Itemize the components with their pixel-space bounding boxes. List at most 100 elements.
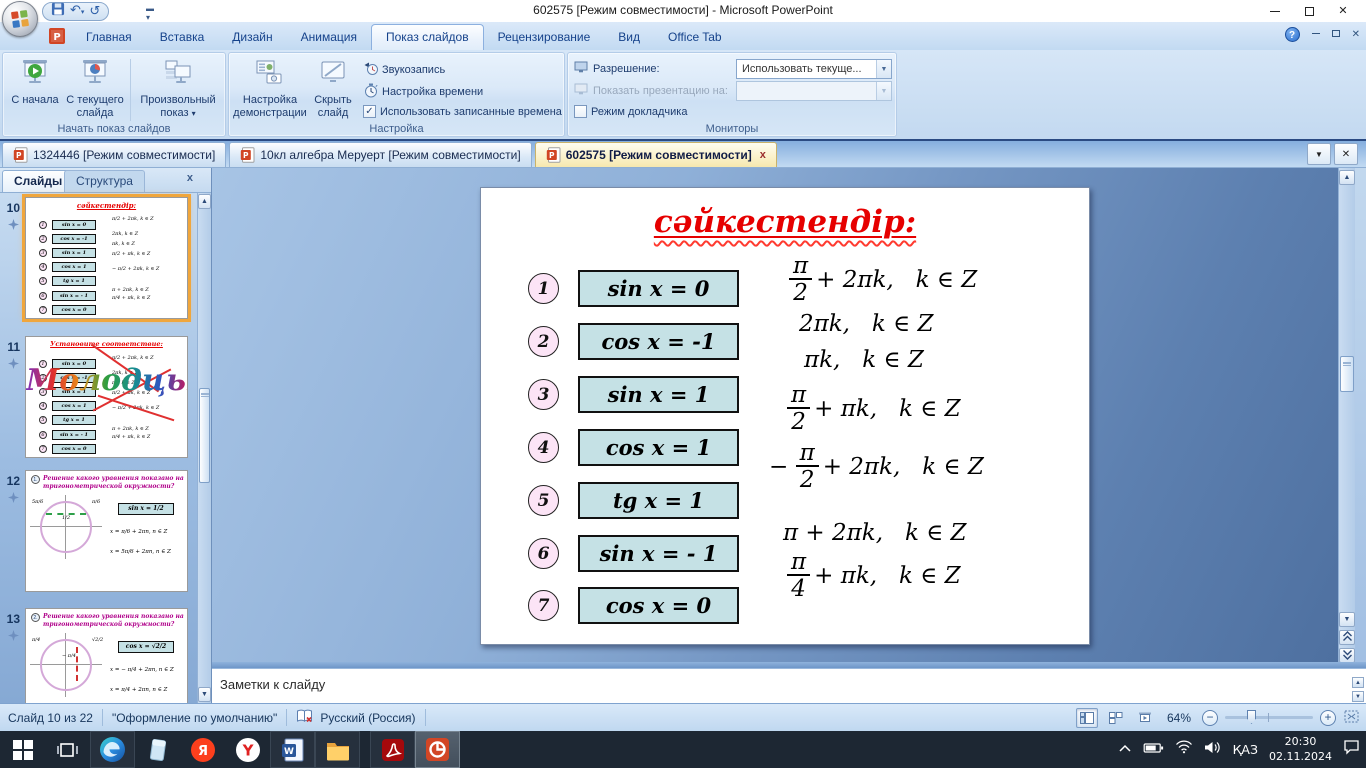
item-number-5[interactable]: 5 xyxy=(528,485,559,516)
minimize-button[interactable] xyxy=(1260,4,1290,19)
ribbon-restore-icon[interactable] xyxy=(1331,29,1340,41)
document-tab-1[interactable]: P 1324446 [Режим совместимости] xyxy=(2,142,227,167)
item-number-1[interactable]: 1 xyxy=(528,273,559,304)
slide-thumbnail-10[interactable]: сәйкестендір: 1 sin x = 0 2 cos x = -1 3 sin x… xyxy=(22,194,191,322)
wifi-icon[interactable] xyxy=(1175,740,1193,759)
spellcheck-icon[interactable] xyxy=(296,709,314,727)
editor-scrollbar[interactable]: ▲ ▼ xyxy=(1338,168,1355,668)
next-slide-icon[interactable] xyxy=(1339,648,1355,663)
file-explorer-taskbar-icon[interactable] xyxy=(315,731,360,768)
scroll-down-icon[interactable]: ▼ xyxy=(1352,691,1364,702)
scroll-down-icon[interactable]: ▼ xyxy=(198,687,211,702)
ribbon-tab-дизайн[interactable]: Дизайн xyxy=(218,25,286,50)
slides-panel-scrollbar[interactable]: ▲ ▼ xyxy=(197,193,211,703)
tab-bar-close-icon[interactable]: ✕ xyxy=(1334,143,1358,165)
scrollbar-thumb[interactable] xyxy=(199,388,210,483)
ribbon-tab-показ-слайдов[interactable]: Показ слайдов xyxy=(370,24,484,50)
glass-app-taskbar-icon[interactable] xyxy=(135,731,180,768)
panel-close-icon[interactable]: x xyxy=(187,172,193,184)
record-narration-button[interactable]: Звукозапись xyxy=(363,61,445,79)
item-number-2[interactable]: 2 xyxy=(528,326,559,357)
notes-input[interactable]: Заметки к слайду ▲ ▼ xyxy=(212,668,1366,703)
slideshow-view-button[interactable] xyxy=(1134,708,1156,728)
slide-sorter-view-button[interactable] xyxy=(1105,708,1127,728)
acrobat-taskbar-icon[interactable] xyxy=(370,731,415,768)
equation-box-1[interactable]: sin x = 0 xyxy=(578,270,739,307)
equation-box-7[interactable]: cos x = 0 xyxy=(578,587,739,624)
rehearse-timings-button[interactable]: Настройка времени xyxy=(363,83,483,101)
powerpoint-taskbar-icon[interactable] xyxy=(415,731,460,768)
tab-close-icon[interactable]: x xyxy=(760,149,766,161)
from-current-slide-button[interactable]: С текущего слайда xyxy=(63,57,127,119)
answer-formula-7[interactable]: π 4 + πk, k ∈ Z xyxy=(787,550,961,601)
volume-icon[interactable] xyxy=(1204,741,1222,759)
maximize-button[interactable] xyxy=(1294,4,1324,19)
zoom-slider-thumb[interactable] xyxy=(1247,710,1256,724)
task-view-taskbar-icon[interactable] xyxy=(45,731,90,768)
keyboard-language[interactable]: ҚАЗ xyxy=(1233,742,1258,757)
previous-slide-icon[interactable] xyxy=(1339,630,1355,645)
hide-slide-button[interactable]: Скрыть слайд xyxy=(309,57,357,119)
slide-thumbnail-12[interactable]: 1. Решение какого уравнения показано на т… xyxy=(25,470,188,592)
equation-box-2[interactable]: cos x = -1 xyxy=(578,323,739,360)
hidden-icons-chevron-icon[interactable] xyxy=(1118,741,1132,759)
scroll-up-icon[interactable]: ▲ xyxy=(1339,170,1355,185)
ribbon-close-icon[interactable]: ✕ xyxy=(1352,29,1360,41)
clock[interactable]: 20:30 02.11.2024 xyxy=(1269,735,1332,764)
document-tab-2[interactable]: P 10кл алгебра Меруерт [Режим совместимос… xyxy=(229,142,532,167)
answer-formula-5[interactable]: − π 2 + 2πk, k ∈ Z xyxy=(769,441,984,492)
notes-scrollbar[interactable]: ▲ ▼ xyxy=(1352,677,1364,703)
document-tab-3[interactable]: P 602575 [Режим совместимости] x xyxy=(534,142,777,167)
answer-formula-4[interactable]: π 2 + πk, k ∈ Z xyxy=(787,383,961,434)
equation-box-5[interactable]: tg x = 1 xyxy=(578,482,739,519)
close-button[interactable]: ✕ xyxy=(1328,4,1358,19)
zoom-out-icon[interactable]: − xyxy=(1202,709,1218,726)
item-number-7[interactable]: 7 xyxy=(528,590,559,621)
ribbon-tab-вставка[interactable]: Вставка xyxy=(146,25,219,50)
answer-formula-1[interactable]: π 2 + 2πk, k ∈ Z xyxy=(789,254,977,305)
start-taskbar-icon[interactable] xyxy=(0,731,45,768)
tab-list-dropdown-icon[interactable]: ▼ xyxy=(1307,143,1331,165)
zoom-slider[interactable] xyxy=(1225,710,1313,724)
undo-icon[interactable]: ↶▾ xyxy=(70,3,84,20)
fit-to-window-icon[interactable] xyxy=(1343,709,1360,727)
qat-customize-icon[interactable]: ▬ ▾ xyxy=(146,4,154,22)
equation-box-3[interactable]: sin x = 1 xyxy=(578,376,739,413)
ribbon-tab-анимация[interactable]: Анимация xyxy=(287,25,371,50)
redo-icon[interactable]: ↺ xyxy=(89,4,100,19)
office-button[interactable] xyxy=(2,1,38,37)
setup-slideshow-button[interactable]: Настройка демонстрации xyxy=(233,57,307,119)
help-icon[interactable]: ? xyxy=(1284,27,1300,42)
slide-title[interactable]: сәйкестендір: xyxy=(481,204,1089,240)
yandex-taskbar-icon[interactable]: Я xyxy=(180,731,225,768)
ribbon-tab-главная[interactable]: Главная xyxy=(72,25,146,50)
answer-formula-6[interactable]: π + 2πk, k ∈ Z xyxy=(783,520,967,546)
from-beginning-button[interactable]: С начала xyxy=(9,57,61,107)
tab-outline[interactable]: Структура xyxy=(64,170,145,192)
normal-view-button[interactable] xyxy=(1075,707,1098,728)
item-number-3[interactable]: 3 xyxy=(528,379,559,410)
slide-canvas[interactable]: сәйкестендір: 1 sin x = 0 2 cos x = -1 3 sin … xyxy=(480,187,1090,645)
ribbon-tab-вид[interactable]: Вид xyxy=(604,25,654,50)
edge-taskbar-icon[interactable] xyxy=(90,731,135,768)
answer-formula-3[interactable]: πk, k ∈ Z xyxy=(804,347,924,373)
ribbon-minimize-icon[interactable] xyxy=(1311,29,1320,41)
save-icon[interactable] xyxy=(51,2,65,21)
resolution-dropdown[interactable]: Использовать текуще... ▼ xyxy=(736,59,892,79)
scrollbar-thumb[interactable] xyxy=(1340,356,1354,392)
use-timings-checkbox[interactable]: ✓ Использовать записанные времена xyxy=(363,105,562,118)
slide-thumbnail-11[interactable]: Установите соответствие:1sin x = 02cos x… xyxy=(25,336,188,458)
word-taskbar-icon[interactable]: W xyxy=(270,731,315,768)
ribbon-tab-office-tab[interactable]: Office Tab xyxy=(654,25,736,50)
scroll-up-icon[interactable]: ▲ xyxy=(1352,677,1364,688)
zoom-in-icon[interactable]: + xyxy=(1320,709,1336,726)
equation-box-6[interactable]: sin x = - 1 xyxy=(578,535,739,572)
item-number-6[interactable]: 6 xyxy=(528,538,559,569)
battery-icon[interactable] xyxy=(1143,741,1164,759)
custom-slideshow-button[interactable]: Произвольный показ ▾ xyxy=(134,57,222,119)
answer-formula-2[interactable]: 2πk, k ∈ Z xyxy=(799,311,934,337)
item-number-4[interactable]: 4 xyxy=(528,432,559,463)
ribbon-tab-рецензирование[interactable]: Рецензирование xyxy=(484,25,605,50)
yandex-browser-taskbar-icon[interactable]: Y xyxy=(225,731,270,768)
scroll-down-icon[interactable]: ▼ xyxy=(1339,612,1355,627)
